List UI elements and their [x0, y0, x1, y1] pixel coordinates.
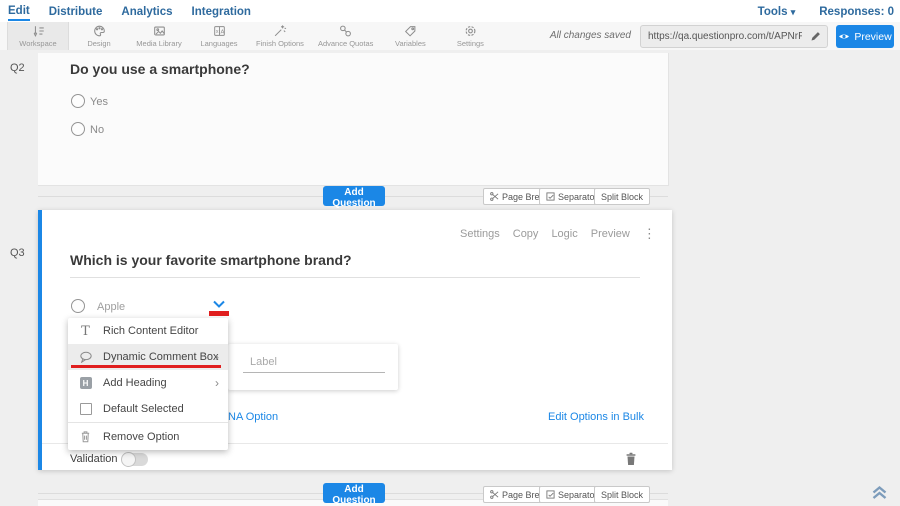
delete-question-trash-icon[interactable] [625, 451, 637, 466]
q3-more-menu-icon[interactable]: ⋮ [643, 229, 656, 239]
q2-option-yes-radio[interactable] [71, 94, 85, 108]
tag-icon [403, 24, 418, 38]
toolbar-item-advance-quotas[interactable]: Advance Quotas [311, 22, 380, 50]
separator-icon [546, 192, 555, 201]
text-icon: T [78, 324, 93, 339]
survey-url-box [640, 25, 828, 48]
menu-item-default-selected[interactable]: Default Selected [68, 396, 228, 422]
na-option-link[interactable]: NA Option [228, 411, 278, 423]
translate-icon: xA [212, 24, 227, 38]
nav-tab-integration[interactable]: Integration [192, 3, 251, 20]
toggle-knob [121, 452, 136, 467]
red-annotation-menu-item [71, 365, 221, 368]
question-number-q2: Q2 [10, 62, 25, 74]
q2-option-yes-label[interactable]: Yes [90, 96, 108, 108]
add-question-button[interactable]: Add Question [323, 483, 385, 503]
toolbar-item-finish-options[interactable]: Finish Options [249, 22, 311, 50]
toolbar-item-design[interactable]: Design [69, 22, 129, 50]
edit-url-pencil-icon[interactable] [804, 31, 827, 42]
palette-icon [92, 24, 107, 38]
comment-icon [78, 351, 93, 363]
q3-title-underline [70, 277, 640, 278]
questionpro-survey-editor: Edit Distribute Analytics Integration To… [0, 0, 900, 506]
scissors-icon [490, 192, 499, 201]
survey-url-input[interactable] [641, 31, 804, 42]
menu-item-add-heading[interactable]: H Add Heading › [68, 370, 228, 396]
q3-action-bar: Settings Copy Logic Preview ⋮ [460, 228, 656, 240]
checkbox-icon [80, 403, 92, 415]
option-context-menu: T Rich Content Editor Dynamic Comment Bo… [68, 318, 228, 450]
preview-button[interactable]: Preview [836, 25, 894, 48]
q3-title[interactable]: Which is your favorite smartphone brand? [70, 252, 352, 268]
q3-settings-link[interactable]: Settings [460, 228, 500, 240]
toolbar-item-media-library[interactable]: Media Library [129, 22, 189, 50]
q2-option-no-radio[interactable] [71, 122, 85, 136]
separator-icon [546, 490, 555, 499]
links-icon [338, 24, 353, 38]
label-input[interactable] [243, 354, 385, 373]
menu-item-remove-option[interactable]: Remove Option [68, 423, 228, 450]
top-navigation: Edit Distribute Analytics Integration To… [0, 0, 900, 22]
question-number-q3: Q3 [10, 247, 25, 259]
trash-icon [78, 430, 93, 443]
scissors-icon [490, 490, 499, 499]
toolbar-item-workspace[interactable]: Workspace [7, 22, 69, 50]
chevron-right-icon: › [215, 376, 219, 390]
gear-icon [463, 24, 478, 38]
split-block-button[interactable]: Split Block [594, 188, 650, 205]
wand-icon [272, 24, 287, 38]
menu-item-rich-content-editor[interactable]: T Rich Content Editor [68, 318, 228, 344]
nav-tab-distribute[interactable]: Distribute [49, 3, 103, 20]
editor-toolbar: Workspace Design Media Library xA Langua… [0, 22, 900, 51]
red-annotation-chevron [209, 311, 229, 316]
q3-logic-link[interactable]: Logic [551, 228, 577, 240]
caret-down-icon: ▾ [791, 7, 796, 17]
q2-option-no-label[interactable]: No [90, 124, 104, 136]
responses-count[interactable]: Responses: 0 [819, 3, 894, 20]
toolbar-item-languages[interactable]: xA Languages [189, 22, 249, 50]
validation-label: Validation [70, 453, 118, 465]
edit-options-in-bulk-link[interactable]: Edit Options in Bulk [548, 411, 644, 423]
nav-tab-edit[interactable]: Edit [8, 2, 30, 21]
tools-menu[interactable]: Tools ▾ [758, 3, 796, 20]
q3-option-apple-label[interactable]: Apple [97, 301, 125, 313]
save-status: All changes saved [550, 30, 631, 41]
comment-box-label-flyout [228, 344, 398, 390]
svg-text:A: A [220, 30, 224, 36]
eye-icon [838, 32, 850, 41]
q3-option-apple-radio[interactable] [71, 299, 85, 313]
toolbar-item-variables[interactable]: Variables [380, 22, 440, 50]
workspace-icon [31, 24, 46, 38]
image-icon [152, 24, 167, 38]
q3-preview-link[interactable]: Preview [591, 228, 630, 240]
validation-toggle[interactable] [122, 453, 148, 466]
chevron-right-icon: › [215, 350, 219, 364]
heading-icon: H [80, 377, 92, 389]
svg-text:x: x [215, 29, 218, 35]
split-block-button[interactable]: Split Block [594, 486, 650, 503]
option-menu-chevron-down-icon[interactable] [212, 300, 226, 309]
scroll-to-top-icon[interactable] [871, 485, 888, 500]
q3-copy-link[interactable]: Copy [513, 228, 539, 240]
add-question-button[interactable]: Add Question [323, 186, 385, 206]
toolbar-item-settings[interactable]: Settings [440, 22, 500, 50]
nav-left: Edit Distribute Analytics Integration [0, 2, 251, 21]
q2-title[interactable]: Do you use a smartphone? [70, 61, 250, 77]
nav-right: Tools ▾ Responses: 0 [758, 3, 900, 20]
nav-tab-analytics[interactable]: Analytics [121, 3, 172, 20]
